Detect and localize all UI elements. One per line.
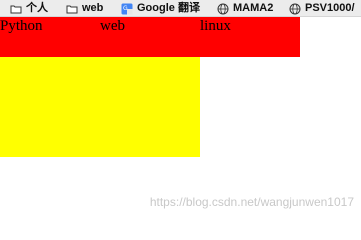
svg-text:G: G [123, 5, 128, 12]
bookmark-web[interactable]: web [66, 0, 104, 16]
bookmark-label: Google 翻译 [137, 2, 200, 14]
globe-icon [289, 3, 301, 15]
nav-item-python[interactable]: Python [0, 17, 43, 35]
bookmark-google-translate[interactable]: G Google 翻译 [121, 0, 200, 16]
google-translate-icon: G [121, 3, 133, 15]
folder-icon [10, 3, 22, 15]
yellow-box [0, 57, 200, 157]
nav-item-web[interactable]: web [100, 17, 125, 35]
folder-icon [66, 3, 78, 15]
bookmark-label: PSV1000/ [305, 2, 355, 14]
bookmark-psv1000[interactable]: PSV1000/ [289, 0, 355, 16]
bookmark-label: MAMA2 [233, 2, 274, 14]
nav-item-linux[interactable]: linux [200, 17, 231, 35]
bookmark-mama2[interactable]: MAMA2 [217, 0, 274, 16]
bookmarks-bar: 个人 web G Google 翻译 MAMA2 PSV1000/ [0, 0, 361, 17]
bookmark-personal[interactable]: 个人 [10, 0, 48, 16]
nav-bar: Python web linux [0, 17, 300, 57]
page: 个人 web G Google 翻译 MAMA2 PSV1000/ Python… [0, 0, 361, 220]
bookmark-label: web [82, 2, 104, 14]
watermark: https://blog.csdn.net/wangjunwen1017 [149, 195, 354, 209]
bookmark-label: 个人 [26, 2, 48, 14]
globe-icon [217, 3, 229, 15]
